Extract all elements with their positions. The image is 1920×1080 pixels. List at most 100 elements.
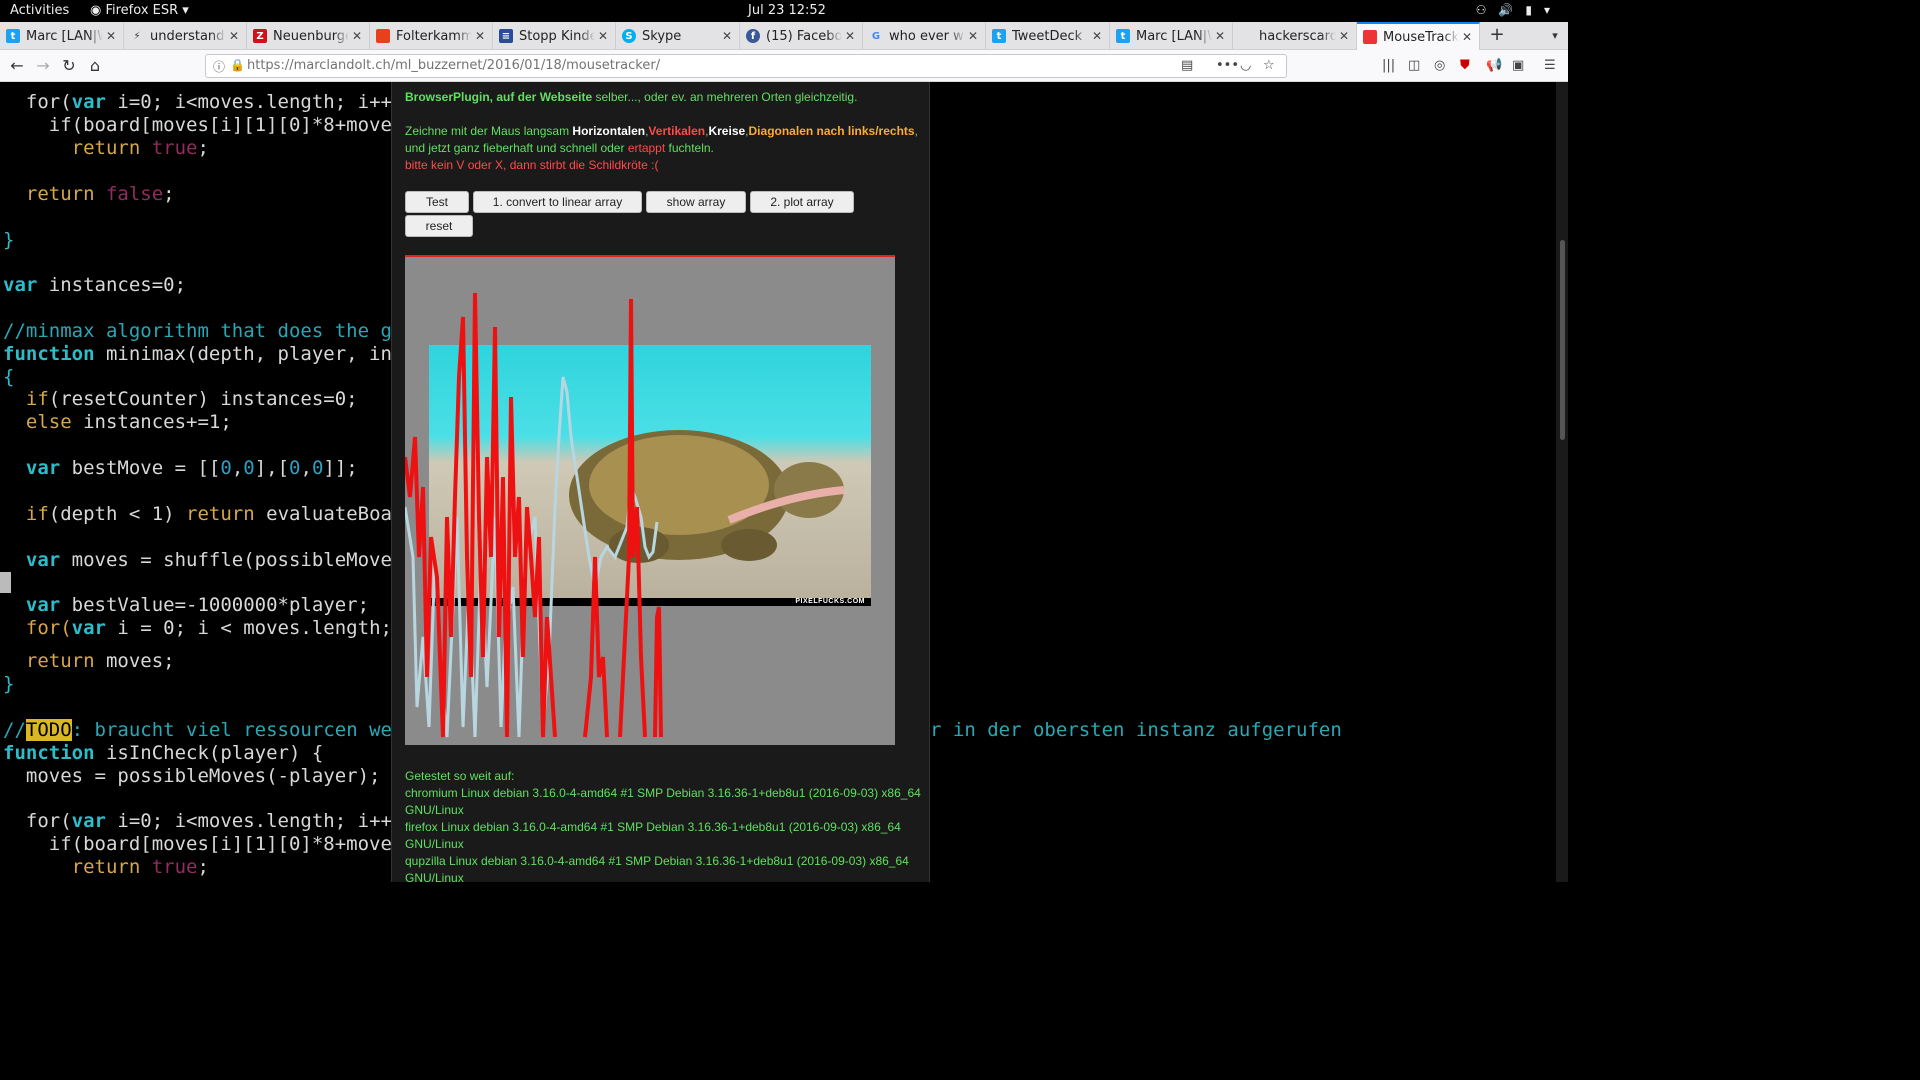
red-trace (405, 292, 663, 738)
code-line: function isInCheck(player) { (3, 742, 324, 764)
battery-icon: ▮ (1525, 3, 1532, 17)
tab[interactable]: Z Neuenburger✕ (247, 22, 370, 50)
extension-icon[interactable]: ◎ (1434, 58, 1445, 73)
drawing-canvas[interactable]: PIXELFUCKS.COM (405, 255, 895, 745)
convert-array-button[interactable]: 1. convert to linear array (473, 191, 642, 213)
google-icon: G (871, 30, 881, 42)
url-bar[interactable]: ⓘ 🔒 https://marclandolt.ch/ml_buzzernet/… (205, 54, 1287, 78)
close-icon[interactable]: ✕ (1212, 29, 1228, 43)
home-icon[interactable]: ⌂ (84, 55, 106, 77)
tab[interactable]: hackerscardgame✕ (1233, 22, 1357, 50)
close-icon[interactable]: ✕ (595, 29, 611, 43)
clock[interactable]: Jul 23 12:52 (748, 3, 826, 18)
code-line: if(depth < 1) return evaluateBoa (3, 503, 392, 525)
system-tray[interactable]: ⚇ 🔊 ▮ ▾ (1476, 3, 1550, 17)
close-icon[interactable]: ✕ (842, 29, 858, 43)
tab[interactable]: S Skype ✕ (616, 22, 740, 50)
scrollbar-track[interactable] (1556, 82, 1568, 882)
tab-title: who ever wok (889, 28, 965, 44)
close-icon[interactable]: ✕ (965, 29, 981, 43)
activities-button[interactable]: Activities (10, 3, 69, 18)
app-menu[interactable]: ◉ Firefox ESR ▾ (90, 3, 189, 18)
new-tab-button[interactable]: + (1486, 22, 1508, 50)
ublock-icon[interactable]: ⛊ (1460, 58, 1470, 73)
code-line: return true; (3, 137, 209, 159)
tab[interactable]: Folterkamme✕ (370, 22, 493, 50)
tab[interactable]: t TweetDeck ✕ (986, 22, 1110, 50)
close-icon[interactable]: ✕ (719, 29, 735, 43)
code-line: return true; (3, 856, 209, 878)
tweetdeck-icon: t (992, 29, 1006, 43)
close-icon[interactable]: ✕ (226, 29, 242, 43)
close-icon[interactable]: ✕ (472, 29, 488, 43)
tested-heading: Getestet so weit auf: (405, 769, 515, 783)
page-icon (1363, 30, 1377, 44)
warning-text: bitte kein V oder X, dann stirbt die Sch… (405, 158, 659, 172)
code-line: var bestValue=-1000000*player; (3, 594, 370, 616)
reload-icon[interactable]: ↻ (58, 55, 80, 77)
tab[interactable]: Gwho ever wok✕ (863, 22, 986, 50)
library-icon[interactable]: ||| (1382, 58, 1395, 73)
tested-line: chromium Linux debian 3.16.0-4-amd64 #1 … (405, 786, 921, 800)
code-line: function minimax(depth, player, in (3, 343, 392, 365)
tab-title: (15) Facebook (766, 28, 842, 44)
tested-line: firefox Linux debian 3.16.0-4-amd64 #1 S… (405, 820, 901, 834)
firefox-icon: ◉ (90, 3, 102, 18)
tab[interactable]: ⚡ understanding✕ (124, 22, 247, 50)
close-icon[interactable]: ✕ (349, 29, 365, 43)
twitter-icon: t (6, 29, 20, 43)
system-top-bar: Activities ◉ Firefox ESR ▾ Jul 23 12:52 … (0, 0, 1568, 22)
tab-strip: tMarc [LAN|W✕ ⚡understanding✕ ZNeuenburg… (0, 22, 1568, 50)
pocket-icon[interactable]: ◡ (1240, 58, 1251, 73)
url-text[interactable]: https://marclandolt.ch/ml_buzzernet/2016… (247, 58, 660, 73)
close-icon[interactable]: ✕ (1336, 29, 1352, 43)
test-button[interactable]: Test (405, 191, 469, 213)
code-comment: //minmax algorithm that does the g (3, 320, 392, 342)
back-icon[interactable]: ← (6, 55, 28, 77)
plot-array-button[interactable]: 2. plot array (750, 191, 854, 213)
bookmark-star-icon[interactable]: ☆ (1263, 58, 1275, 73)
tab-title: Neuenburger (273, 28, 349, 44)
lock-icon[interactable]: 🔒 (230, 58, 245, 72)
volume-icon: 🔊 (1498, 3, 1514, 17)
close-icon[interactable]: ✕ (1089, 29, 1105, 43)
tested-line: GNU/Linux (405, 871, 464, 882)
megaphone-icon[interactable]: 📢 (1486, 58, 1502, 73)
code-line: } (3, 229, 15, 251)
hamburger-menu-icon[interactable]: ☰ (1544, 58, 1556, 73)
tab[interactable]: ≡ Stopp Kinder ✕ (493, 22, 616, 50)
code-line: if(board[moves[i][1][0]*8+move (3, 833, 392, 855)
z-icon: Z (253, 29, 267, 43)
code-line: for(var i=0; i<moves.length; i++ (3, 91, 392, 113)
code-line: var instances=0; (3, 274, 187, 296)
tab-title: Marc [LAN|W (26, 28, 103, 44)
reader-view-icon[interactable]: ▤ (1181, 58, 1193, 73)
code-line: { (3, 366, 15, 388)
screenshot-icon[interactable]: ▣ (1512, 58, 1524, 73)
tab-list-icon[interactable]: ▾ (1546, 22, 1564, 50)
facebook-icon: f (746, 29, 760, 43)
info-icon[interactable]: ⓘ (213, 58, 225, 75)
sidebar-icon[interactable]: ◫ (1408, 58, 1420, 73)
reset-button[interactable]: reset (405, 215, 473, 237)
tab-active[interactable]: MouseTracke ✕ (1357, 22, 1480, 50)
page-actions-icon[interactable]: ••• (1216, 58, 1239, 73)
code-line: for(var i = 0; i < moves.length; (3, 617, 392, 639)
scrollbar-thumb[interactable] (1560, 240, 1565, 440)
navigation-toolbar: ← → ↻ ⌂ ⓘ 🔒 https://marclandolt.ch/ml_bu… (0, 50, 1568, 82)
close-icon[interactable]: ✕ (103, 29, 119, 43)
tested-line: GNU/Linux (405, 803, 464, 817)
tab[interactable]: f (15) Facebook✕ (740, 22, 863, 50)
tested-line: GNU/Linux (405, 837, 464, 851)
red-square-icon (376, 29, 390, 43)
tab[interactable]: t Marc [LAN|W ✕ (1110, 22, 1233, 50)
show-array-button[interactable]: show array (646, 191, 746, 213)
forward-icon[interactable]: → (32, 55, 54, 77)
code-comment: //TODO: braucht viel ressourcen we (3, 719, 392, 741)
close-icon[interactable]: ✕ (1459, 30, 1475, 44)
url-path: /ml_buzzernet/2016/01/18/mousetracker/ (390, 58, 661, 73)
tab[interactable]: t Marc [LAN|W ✕ (0, 22, 124, 50)
tab-title: Skype (642, 28, 682, 44)
tab-title: MouseTracke (1383, 29, 1459, 45)
code-line: if(resetCounter) instances=0; (3, 388, 358, 410)
